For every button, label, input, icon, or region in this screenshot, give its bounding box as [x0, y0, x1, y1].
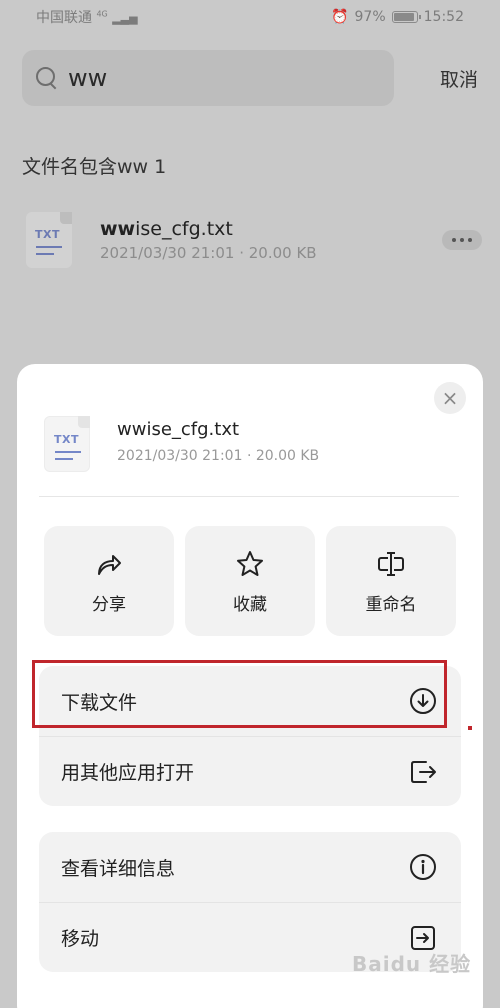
cancel-button[interactable]: 取消	[440, 65, 478, 92]
favorite-label: 收藏	[233, 594, 267, 615]
share-button[interactable]: 分享	[44, 526, 174, 636]
share-icon	[98, 554, 121, 575]
favorite-button[interactable]: 收藏	[185, 526, 315, 636]
more-options-button[interactable]	[442, 230, 482, 250]
info-icon	[410, 854, 436, 880]
file-icon-line	[55, 458, 73, 460]
file-icon-line	[36, 246, 62, 248]
file-type-label: TXT	[35, 228, 60, 241]
star-icon	[237, 550, 263, 576]
search-input[interactable]: ww	[22, 50, 394, 106]
annotation-dot	[468, 726, 472, 730]
carrier-label: 中国联通	[36, 10, 92, 26]
status-bar: 中国联通 4G ▂▃▅ ⏰ 97% 15:52	[0, 0, 500, 34]
file-icon-line	[36, 253, 54, 255]
result-section-label: 文件名包含ww 1	[22, 156, 167, 178]
close-button[interactable]: ×	[434, 382, 466, 414]
highlight-annotation	[32, 660, 447, 728]
status-right: ⏰ 97% 15:52	[331, 9, 464, 25]
battery-fill	[393, 13, 414, 21]
file-name-rest: ise_cfg.txt	[135, 218, 233, 240]
signal-icon: ▂▃▅	[112, 12, 138, 25]
clock: 15:52	[423, 9, 464, 25]
file-icon-fold	[78, 416, 90, 428]
more-dot-icon	[452, 238, 456, 242]
txt-file-icon: TXT	[44, 416, 90, 472]
file-meta: 2021/03/30 21:01 · 20.00 KB	[100, 244, 317, 262]
sheet-file-name: wwise_cfg.txt	[117, 419, 240, 440]
open-with-item[interactable]: 用其他应用打开	[39, 736, 461, 806]
more-dot-icon	[468, 238, 472, 242]
open-with-label: 用其他应用打开	[61, 762, 195, 784]
watermark-logo: Baidu 经验	[352, 952, 472, 976]
sheet-file-meta: 2021/03/30 21:01 · 20.00 KB	[117, 448, 320, 464]
alarm-icon: ⏰	[331, 9, 349, 25]
network-label: 4G	[96, 9, 108, 19]
divider	[39, 496, 459, 497]
file-icon-line	[55, 451, 81, 453]
rename-button[interactable]: 重命名	[326, 526, 456, 636]
status-left: 中国联通 4G ▂▃▅	[36, 7, 138, 27]
file-icon-fold	[60, 212, 72, 224]
search-icon	[36, 67, 58, 89]
txt-file-icon: TXT	[26, 212, 72, 268]
file-name: wwise_cfg.txt	[100, 218, 233, 240]
file-type-label: TXT	[54, 433, 79, 446]
list-item[interactable]: TXT wwise_cfg.txt 2021/03/30 21:01 · 20.…	[22, 208, 482, 272]
more-dot-icon	[460, 238, 464, 242]
battery-percent: 97%	[354, 9, 386, 25]
battery-icon	[391, 11, 421, 23]
view-details-item[interactable]: 查看详细信息	[39, 832, 461, 902]
rename-label: 重命名	[365, 594, 417, 615]
search-row: ww 取消	[22, 50, 478, 106]
open-with-icon	[411, 761, 436, 783]
rename-icon	[378, 551, 404, 576]
move-label: 移动	[61, 928, 100, 950]
file-name-match: ww	[100, 218, 136, 240]
view-details-label: 查看详细信息	[61, 857, 176, 880]
share-label: 分享	[92, 594, 126, 615]
search-query: ww	[68, 64, 108, 92]
close-icon: ×	[441, 386, 459, 410]
